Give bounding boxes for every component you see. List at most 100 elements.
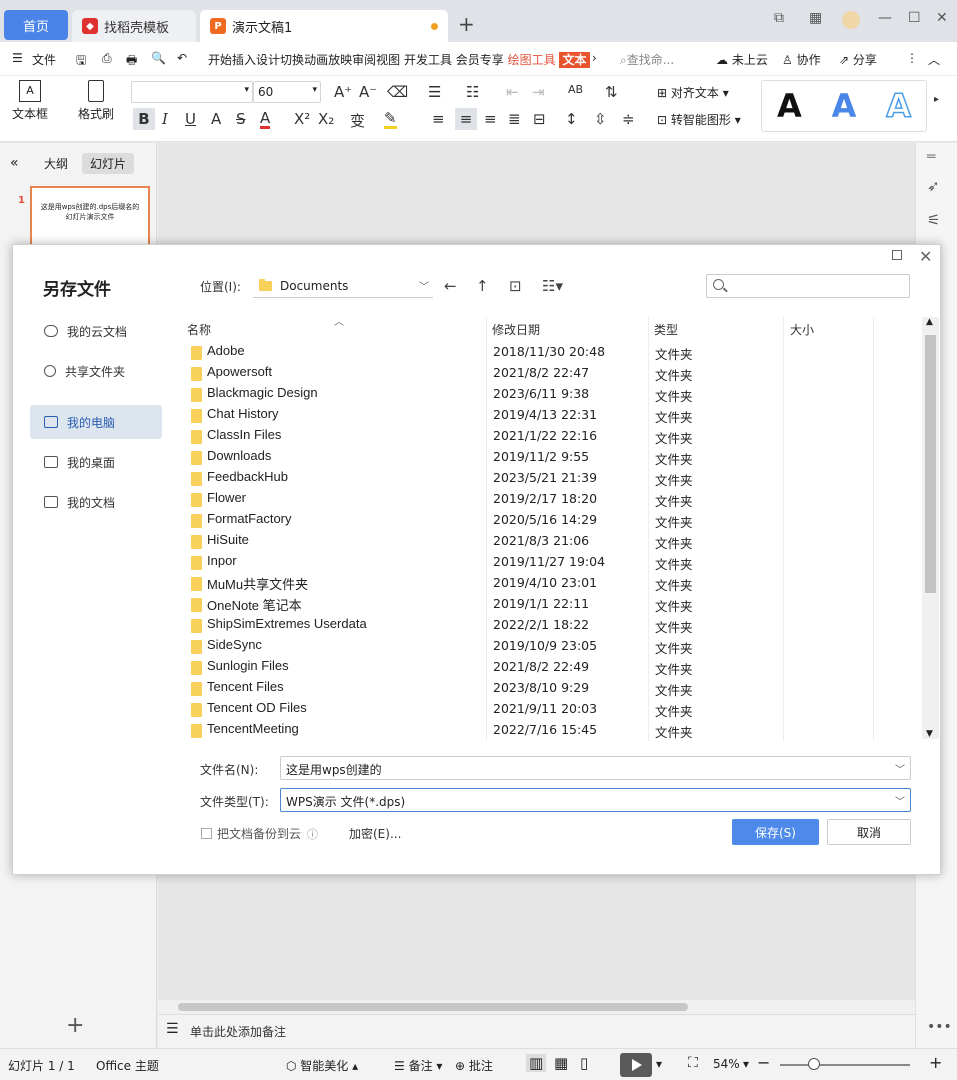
close-icon[interactable]: ✕ xyxy=(936,10,948,26)
filetype-select[interactable]: WPS演示 文件(*.dps) ﹀ xyxy=(280,788,911,812)
column-type[interactable]: 类型 xyxy=(654,321,678,338)
new-folder-icon[interactable]: ⊡ xyxy=(509,277,522,295)
zoom-slider[interactable] xyxy=(780,1064,910,1066)
gallery-scroll-icon[interactable]: ▸ xyxy=(934,94,939,105)
print-icon[interactable]: 🖶 xyxy=(126,51,137,72)
rocket-icon[interactable]: ➶ xyxy=(927,177,940,195)
maximize-icon[interactable]: ☐ xyxy=(908,10,921,26)
file-row[interactable]: Apowersoft 2021/8/2 22:47 文件夹 xyxy=(183,362,911,383)
more-horizontal-icon[interactable]: ••• xyxy=(927,1019,952,1035)
nav-cloud-docs[interactable]: 我的云文档 xyxy=(30,314,162,348)
file-list[interactable]: ︿ 名称 修改日期 类型 大小 Adobe 2018/11/30 20:48 文件夹… xyxy=(183,317,925,741)
bullet-list-icon[interactable]: ☰ xyxy=(428,83,441,101)
slide-sorter-icon[interactable]: ▦ xyxy=(554,1054,568,1072)
bold-icon[interactable]: B xyxy=(133,108,155,130)
menu-file[interactable]: 文件 xyxy=(32,51,56,68)
minimize-icon[interactable]: — xyxy=(878,10,892,26)
font-size-select[interactable]: 60 ▾ xyxy=(253,81,321,103)
menu-review[interactable]: 审阅 xyxy=(352,53,376,67)
cancel-button[interactable]: 取消 xyxy=(827,819,911,845)
align-text-button[interactable]: ⊞ 对齐文本 ▾ xyxy=(657,84,729,101)
scrollbar-thumb[interactable] xyxy=(178,1003,688,1011)
column-size[interactable]: 大小 xyxy=(790,321,814,338)
textbox-button[interactable]: A 文本框 xyxy=(10,80,50,122)
menu-design[interactable]: 设计 xyxy=(256,53,280,67)
nav-my-documents[interactable]: 我的文档 xyxy=(30,485,162,519)
smart-shape-button[interactable]: ⊡ 转智能图形 ▾ xyxy=(657,111,741,128)
file-row[interactable]: Tencent OD Files 2021/9/11 20:03 文件夹 xyxy=(183,698,911,719)
save-button[interactable]: 保存(S) xyxy=(732,819,819,845)
text-style-black[interactable]: A xyxy=(777,87,802,125)
file-search-input[interactable] xyxy=(706,274,910,298)
tab-slides[interactable]: 幻灯片 xyxy=(82,153,135,174)
add-slide-icon[interactable]: + xyxy=(66,1013,84,1038)
hamburger-icon[interactable]: ☰ xyxy=(12,51,23,65)
collapse-ribbon-icon[interactable]: ︿ xyxy=(928,51,940,68)
save-icon[interactable]: 🖫 xyxy=(76,51,86,72)
apps-grid-icon[interactable]: ▦ xyxy=(809,10,822,26)
dialog-close-icon[interactable]: ✕ xyxy=(919,247,932,266)
menu-animation[interactable]: 动画 xyxy=(304,53,328,67)
file-row[interactable]: SideSync 2019/10/9 23:05 文件夹 xyxy=(183,635,911,656)
file-row[interactable]: Tencent Files 2023/8/10 9:29 文件夹 xyxy=(183,677,911,698)
window-layout-icon[interactable]: ⧉ xyxy=(774,10,784,26)
menu-drawing-tools[interactable]: 绘图工具 xyxy=(508,53,556,67)
indent-icon[interactable]: ⇥ xyxy=(532,83,545,101)
cloud-backup-checkbox[interactable]: 把文档备份到云 ⓘ xyxy=(201,825,318,842)
outdent-icon[interactable]: ⇤ xyxy=(506,83,519,101)
clear-format-icon[interactable]: ⌫ xyxy=(387,83,408,101)
file-row[interactable]: Adobe 2018/11/30 20:48 文件夹 xyxy=(183,341,911,362)
tab-document[interactable]: P 演示文稿1 xyxy=(200,10,448,42)
scroll-up-icon[interactable]: ▲ xyxy=(926,317,933,327)
align-center-icon[interactable]: ≡ xyxy=(455,108,477,130)
column-modified[interactable]: 修改日期 xyxy=(492,321,540,338)
menu-scroll-right-icon[interactable]: › xyxy=(592,51,597,65)
file-row[interactable]: Chat History 2019/4/13 22:31 文件夹 xyxy=(183,404,911,425)
file-row[interactable]: Flower 2019/2/17 18:20 文件夹 xyxy=(183,488,911,509)
justify-icon[interactable]: ≣ xyxy=(508,110,521,128)
highlight-icon[interactable]: ✎ xyxy=(384,110,397,129)
file-list-scrollbar[interactable]: ▲ ▼ xyxy=(922,317,939,739)
scroll-down-icon[interactable]: ▼ xyxy=(926,729,933,739)
line-spacing-icon[interactable]: ↕ xyxy=(565,110,578,128)
notes-toggle-button[interactable]: ☰ 备注 ▾ xyxy=(394,1057,442,1074)
theme-name[interactable]: Office 主题 xyxy=(96,1057,159,1074)
phonetic-icon[interactable]: 变 xyxy=(350,110,365,131)
file-row[interactable]: FeedbackHub 2023/5/21 21:39 文件夹 xyxy=(183,467,911,488)
up-arrow-icon[interactable]: ↑ xyxy=(476,277,489,295)
zoom-level[interactable]: 54% xyxy=(713,1057,740,1071)
spacing-options-icon[interactable]: ≑ xyxy=(622,110,635,128)
distribute-icon[interactable]: ⊟ xyxy=(533,110,546,128)
paragraph-spacing-icon[interactable]: ⇳ xyxy=(594,110,607,128)
menu-developer[interactable]: 开发工具 xyxy=(404,53,452,67)
location-select[interactable]: Documents ﹀ xyxy=(253,274,433,298)
file-row[interactable]: ClassIn Files 2021/1/22 22:16 文件夹 xyxy=(183,425,911,446)
menu-start[interactable]: 开始 xyxy=(208,53,232,67)
play-slideshow-button[interactable] xyxy=(620,1053,652,1077)
increase-font-icon[interactable]: A⁺ xyxy=(334,83,352,101)
file-row[interactable]: HiSuite 2021/8/3 21:06 文件夹 xyxy=(183,530,911,551)
tab-outline[interactable]: 大纲 xyxy=(36,153,76,174)
text-style-blue[interactable]: A xyxy=(832,87,857,125)
scrollbar-thumb[interactable] xyxy=(925,335,936,593)
text-style-outline[interactable]: A xyxy=(886,86,912,126)
text-direction-icon[interactable]: AB xyxy=(568,83,583,96)
more-icon[interactable]: ⋮ xyxy=(906,51,918,65)
share-button[interactable]: ⇗ 分享 xyxy=(839,51,877,68)
cloud-status[interactable]: ☁ 未上云 xyxy=(716,51,768,68)
zoom-out-icon[interactable]: − xyxy=(757,1053,770,1072)
dialog-maximize-icon[interactable] xyxy=(892,250,902,260)
undo-icon[interactable]: ↶ xyxy=(177,51,187,65)
print-preview-icon[interactable]: 🔍 xyxy=(151,51,166,65)
settings-sliders-icon[interactable]: ⚟ xyxy=(927,211,940,229)
nav-my-computer[interactable]: 我的电脑 xyxy=(30,405,162,439)
horizontal-scrollbar[interactable] xyxy=(158,1000,915,1014)
file-row[interactable]: Blackmagic Design 2023/6/11 9:38 文件夹 xyxy=(183,383,911,404)
menu-slideshow[interactable]: 放映 xyxy=(328,53,352,67)
menu-transition[interactable]: 切换 xyxy=(280,53,304,67)
file-row[interactable]: OneNote 笔记本 2019/1/1 22:11 文件夹 xyxy=(183,593,911,614)
file-row[interactable]: Downloads 2019/11/2 9:55 文件夹 xyxy=(183,446,911,467)
file-row[interactable]: MuMu共享文件夹 2019/4/10 23:01 文件夹 xyxy=(183,572,911,593)
font-family-select[interactable]: ▾ xyxy=(131,81,253,103)
italic-icon[interactable]: I xyxy=(162,110,168,128)
